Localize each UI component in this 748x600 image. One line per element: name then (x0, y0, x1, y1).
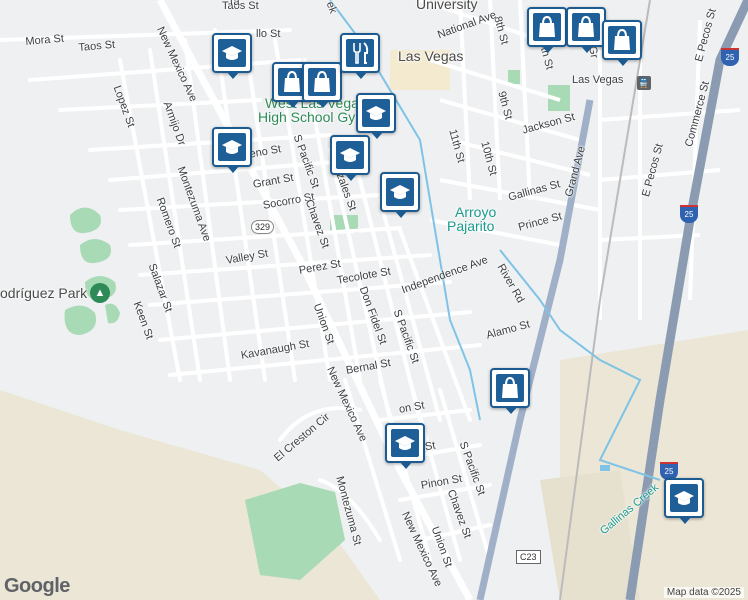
fork-knife-icon (346, 39, 374, 67)
place-label-arroyo1: Arroyo (455, 204, 497, 220)
place-label-rodriguez: odríguez Park (0, 285, 88, 301)
school-marker[interactable] (380, 172, 420, 218)
graduation-cap-icon (218, 39, 246, 67)
shopping-marker[interactable] (302, 62, 342, 108)
shopping-marker[interactable] (566, 7, 606, 53)
place-label-las-vegas: Las Vegas (398, 48, 464, 64)
school-marker[interactable] (356, 93, 396, 139)
shopping-bag-icon (308, 68, 336, 96)
school-marker[interactable] (385, 423, 425, 469)
restaurant-marker[interactable] (340, 33, 380, 79)
google-logo: Google (4, 575, 70, 597)
nm-329-shield: 329 (251, 220, 275, 234)
graduation-cap-icon (386, 178, 414, 206)
graduation-cap-icon (218, 133, 246, 161)
shopping-marker[interactable] (490, 368, 530, 414)
school-marker[interactable] (212, 127, 252, 173)
park-icon: ▲ (90, 283, 110, 303)
school-marker[interactable] (664, 478, 704, 524)
street-label-cut5: Ta (228, 0, 240, 8)
graduation-cap-icon (391, 429, 419, 457)
c23-shield: C23 (516, 550, 541, 564)
graduation-cap-icon (336, 141, 364, 169)
map-canvas[interactable]: Taos St Mora St Taos St Lopez St Armijo Dr Ne… (0, 0, 748, 600)
place-label-whs-line2: High School Gym (258, 109, 367, 125)
shopping-marker[interactable] (527, 7, 567, 53)
i25-shield-mid: 25 (680, 205, 698, 223)
train-station-icon: 🚆 (637, 76, 651, 90)
shopping-bag-icon (608, 26, 636, 54)
map-attribution[interactable]: Map data ©2025 (663, 587, 744, 598)
school-marker[interactable] (212, 33, 252, 79)
graduation-cap-icon (362, 99, 390, 127)
i25-shield-north: 25 (721, 48, 739, 66)
graduation-cap-icon (670, 484, 698, 512)
shopping-marker[interactable] (602, 20, 642, 66)
place-label-arroyo2: Pajarito (447, 218, 495, 234)
school-marker[interactable] (330, 135, 370, 181)
shopping-bag-icon (533, 13, 561, 41)
street-label-cut1: llo St (256, 28, 281, 40)
shopping-bag-icon (496, 374, 524, 402)
shopping-bag-icon (572, 13, 600, 41)
place-label-university: University (416, 0, 478, 12)
place-label-las-vegas-station: Las Vegas (572, 74, 624, 86)
